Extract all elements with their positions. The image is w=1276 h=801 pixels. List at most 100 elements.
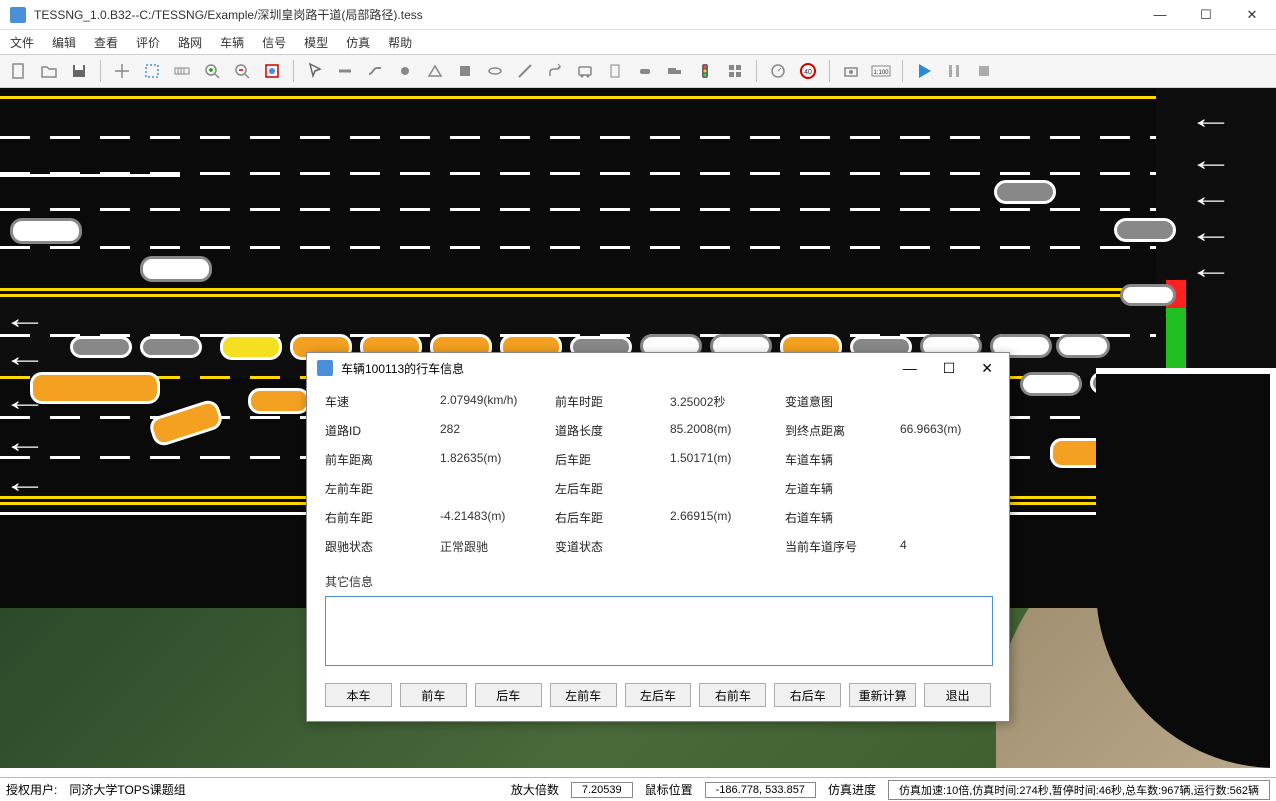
zoom-value: 7.20539 xyxy=(571,782,633,798)
section-icon[interactable] xyxy=(452,58,478,84)
bus-icon[interactable] xyxy=(572,58,598,84)
left-lane-label: 左道车辆 xyxy=(785,480,900,497)
lc-state-label: 变道状态 xyxy=(555,538,670,555)
signal-icon[interactable] xyxy=(692,58,718,84)
dialog-minimize-button[interactable]: — xyxy=(897,360,923,377)
mouse-label: 鼠标位置 xyxy=(645,781,693,798)
connector-icon[interactable] xyxy=(362,58,388,84)
area-icon[interactable] xyxy=(422,58,448,84)
window-title: TESSNG_1.0.B32--C:/TESSNG/Example/深圳皇岗路干… xyxy=(34,6,1146,23)
cur-lane-value: 4 xyxy=(900,538,1015,555)
select-icon[interactable] xyxy=(139,58,165,84)
menu-signal[interactable]: 信号 xyxy=(262,34,286,51)
open-file-icon[interactable] xyxy=(36,58,62,84)
rr-value: 2.66915(m) xyxy=(670,509,785,526)
vehicle-bus[interactable] xyxy=(30,372,160,404)
progress-label: 仿真进度 xyxy=(828,781,876,798)
menu-model[interactable]: 模型 xyxy=(304,34,328,51)
exit-button[interactable]: 退出 xyxy=(924,683,991,707)
zoom-out-icon[interactable] xyxy=(229,58,255,84)
dialog-close-button[interactable]: ✕ xyxy=(975,360,999,377)
lane-veh-label: 车道车辆 xyxy=(785,451,900,468)
menu-help[interactable]: 帮助 xyxy=(388,34,412,51)
gauge-icon[interactable] xyxy=(765,58,791,84)
svg-text:40: 40 xyxy=(804,69,812,76)
stop-icon[interactable] xyxy=(602,58,628,84)
vehicle[interactable] xyxy=(1020,372,1082,396)
self-button[interactable]: 本车 xyxy=(325,683,392,707)
speed-label: 车速 xyxy=(325,393,440,410)
menu-file[interactable]: 文件 xyxy=(10,34,34,51)
front-dist-label: 前车距离 xyxy=(325,451,440,468)
truck-icon[interactable] xyxy=(662,58,688,84)
app-icon xyxy=(10,7,26,23)
stop-sim-icon[interactable] xyxy=(971,58,997,84)
vehicle[interactable] xyxy=(1056,334,1110,358)
cursor-icon[interactable] xyxy=(302,58,328,84)
scale-icon[interactable]: 1:100 xyxy=(868,58,894,84)
vehicle[interactable] xyxy=(70,336,132,358)
other-info-textarea[interactable] xyxy=(325,596,993,666)
lf-label: 左前车距 xyxy=(325,480,440,497)
menu-road[interactable]: 路网 xyxy=(178,34,202,51)
vehicle[interactable] xyxy=(248,388,310,414)
route-icon[interactable] xyxy=(542,58,568,84)
car-icon[interactable] xyxy=(632,58,658,84)
close-button[interactable]: ✕ xyxy=(1238,5,1266,25)
front-button[interactable]: 前车 xyxy=(400,683,467,707)
measure-icon[interactable] xyxy=(169,58,195,84)
lane-intent-value xyxy=(900,393,1015,410)
vehicle[interactable] xyxy=(140,336,202,358)
right-lane-value xyxy=(900,509,1015,526)
rear-dist-label: 后车距 xyxy=(555,451,670,468)
maximize-button[interactable]: ☐ xyxy=(1192,5,1220,25)
speed-icon[interactable]: 40 xyxy=(795,58,821,84)
menu-sim[interactable]: 仿真 xyxy=(346,34,370,51)
menubar: 文件 编辑 查看 评价 路网 车辆 信号 模型 仿真 帮助 xyxy=(0,30,1276,54)
new-file-icon[interactable] xyxy=(6,58,32,84)
other-info-label: 其它信息 xyxy=(325,573,991,590)
rr-button[interactable]: 右后车 xyxy=(774,683,841,707)
vehicle[interactable] xyxy=(1120,284,1176,306)
play-icon[interactable] xyxy=(911,58,937,84)
detector-icon[interactable] xyxy=(482,58,508,84)
vehicle[interactable] xyxy=(994,180,1056,204)
camera-icon[interactable] xyxy=(838,58,864,84)
dialog-icon xyxy=(317,360,333,376)
mark-icon[interactable] xyxy=(512,58,538,84)
grid-icon[interactable] xyxy=(722,58,748,84)
lf-button[interactable]: 左前车 xyxy=(550,683,617,707)
recalc-button[interactable]: 重新计算 xyxy=(849,683,916,707)
pause-icon[interactable] xyxy=(941,58,967,84)
vehicle[interactable] xyxy=(10,218,82,244)
node-icon[interactable] xyxy=(392,58,418,84)
dialog-title: 车辆100113的行车信息 xyxy=(341,360,897,377)
vehicle[interactable] xyxy=(1114,218,1176,242)
statusbar: 授权用户: 同济大学TOPS课题组 放大倍数 7.20539 鼠标位置 -186… xyxy=(0,777,1276,801)
link-icon[interactable] xyxy=(332,58,358,84)
lr-button[interactable]: 左后车 xyxy=(625,683,692,707)
speed-value: 2.07949(km/h) xyxy=(440,393,555,410)
titlebar: TESSNG_1.0.B32--C:/TESSNG/Example/深圳皇岗路干… xyxy=(0,0,1276,30)
mouse-value: -186.778, 533.857 xyxy=(705,782,816,798)
vehicle[interactable] xyxy=(140,256,212,282)
minimize-button[interactable]: — xyxy=(1146,5,1174,25)
menu-vehicle[interactable]: 车辆 xyxy=(220,34,244,51)
follow-label: 跟驰状态 xyxy=(325,538,440,555)
save-icon[interactable] xyxy=(66,58,92,84)
rear-button[interactable]: 后车 xyxy=(475,683,542,707)
rf-button[interactable]: 右前车 xyxy=(699,683,766,707)
menu-edit[interactable]: 编辑 xyxy=(52,34,76,51)
auth-user-value: 同济大学TOPS课题组 xyxy=(69,781,185,798)
menu-view[interactable]: 查看 xyxy=(94,34,118,51)
to-end-value: 66.9663(m) xyxy=(900,422,1015,439)
dialog-maximize-button[interactable]: ☐ xyxy=(937,360,962,377)
pan-icon[interactable] xyxy=(109,58,135,84)
vehicle[interactable] xyxy=(220,334,282,360)
zoom-in-icon[interactable] xyxy=(199,58,225,84)
menu-eval[interactable]: 评价 xyxy=(136,34,160,51)
lr-label: 左后车距 xyxy=(555,480,670,497)
fit-icon[interactable] xyxy=(259,58,285,84)
rf-value: -4.21483(m) xyxy=(440,509,555,526)
lane-veh-value xyxy=(900,451,1015,468)
